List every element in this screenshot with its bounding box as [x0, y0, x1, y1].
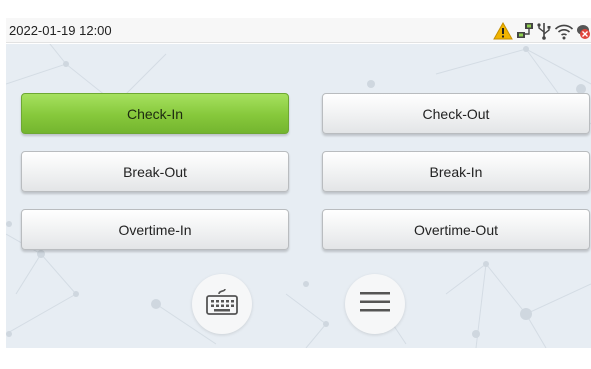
network-icon: [516, 22, 534, 40]
check-in-button[interactable]: Check-In: [21, 93, 289, 134]
check-out-button[interactable]: Check-Out: [322, 93, 590, 134]
break-out-button[interactable]: Break-Out: [21, 151, 289, 192]
keyboard-button[interactable]: [192, 274, 252, 334]
wifi-icon: [554, 22, 574, 40]
keyboard-icon: [205, 288, 239, 321]
overtime-out-button[interactable]: Overtime-Out: [322, 209, 590, 250]
warning-icon: [493, 21, 513, 40]
menu-button[interactable]: [345, 274, 405, 334]
cloud-disconnected-icon: [577, 22, 591, 40]
menu-icon: [358, 288, 392, 321]
datetime: 2022-01-19 12:00: [9, 23, 112, 38]
status-bar: 2022-01-19 12:00: [6, 18, 591, 43]
background-network-pattern: [6, 44, 591, 348]
status-icons: [493, 21, 591, 40]
terminal-screen: 2022-01-19 12:00 Check-In Check-Out Brea…: [6, 18, 591, 348]
usb-icon: [537, 22, 551, 40]
attendance-panel: Check-In Check-Out Break-Out Break-In Ov…: [6, 44, 591, 348]
break-in-button[interactable]: Break-In: [322, 151, 590, 192]
overtime-in-button[interactable]: Overtime-In: [21, 209, 289, 250]
